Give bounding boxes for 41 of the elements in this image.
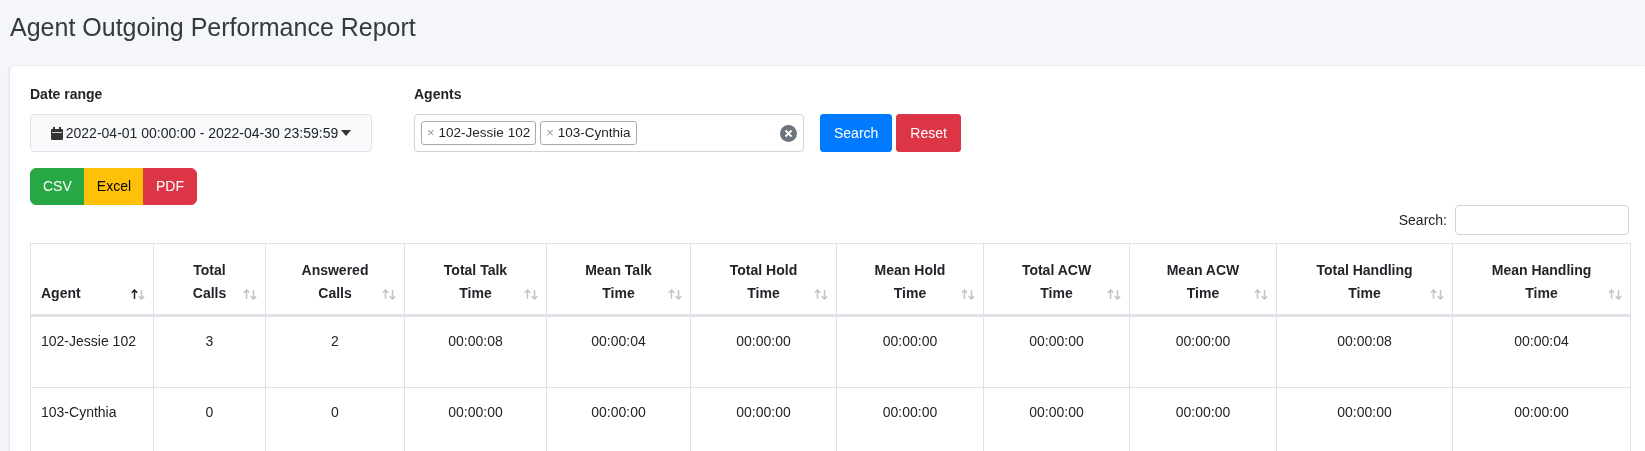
table-cell: 00:00:00 <box>983 315 1130 388</box>
table-cell: 00:00:08 <box>1276 315 1453 388</box>
clear-icon[interactable] <box>780 124 797 142</box>
caret-icon <box>341 130 352 136</box>
column-header[interactable]: Mean Handling Time <box>1452 243 1631 316</box>
search-button[interactable]: Search <box>820 114 893 152</box>
column-header[interactable]: Total ACW Time <box>983 243 1130 316</box>
table-cell: 3 <box>153 315 266 388</box>
column-header[interactable]: Mean ACW Time <box>1129 243 1277 316</box>
table-cell: 00:00:00 <box>690 315 837 388</box>
column-header[interactable]: Total Hold Time <box>690 243 837 316</box>
tag-label: 103-Cynthia <box>557 123 631 142</box>
reset-button[interactable]: Reset <box>896 114 961 152</box>
column-header[interactable]: Answered Calls <box>265 243 405 316</box>
column-header[interactable]: Total Calls <box>153 243 266 316</box>
table-cell: 103-Cynthia <box>30 387 154 451</box>
field-label: Date range <box>30 85 104 104</box>
search-label: Search: <box>1398 210 1447 230</box>
agent-tag[interactable]: × 103-Cynthia <box>540 120 637 146</box>
search-field[interactable] <box>1455 205 1629 235</box>
table-cell: 00:00:08 <box>404 315 547 388</box>
table-cell: 00:00:04 <box>1452 315 1631 388</box>
agent-tag[interactable]: × 102-Jessie 102 <box>421 120 537 146</box>
table-cell: 00:00:00 <box>836 315 984 388</box>
table-cell: 102-Jessie 102 <box>30 315 154 388</box>
field-label: Agents <box>414 85 463 104</box>
calendar-icon <box>50 126 63 140</box>
column-header[interactable]: Agent <box>30 243 154 316</box>
tag-label: 102-Jessie 102 <box>438 123 531 142</box>
column-header[interactable]: Mean Talk Time <box>546 243 691 316</box>
column-header[interactable]: Total Handling Time <box>1276 243 1453 316</box>
export-button[interactable]: PDF <box>143 168 198 205</box>
table-cell: 00:00:00 <box>1129 315 1277 388</box>
date-range-picker[interactable]: 2022-04-01 00:00:00 - 2022-04-30 23:59:59 <box>30 114 372 152</box>
table-cell: 00:00:04 <box>546 315 691 388</box>
export-button[interactable]: Excel <box>83 168 145 205</box>
agents-select[interactable]: × 102-Jessie 102 × 103-Cynthia <box>414 114 804 152</box>
page-title: Agent Outgoing Performance Report <box>10 12 417 42</box>
column-header[interactable]: Total Talk Time <box>404 243 547 316</box>
column-header[interactable]: Mean Hold Time <box>836 243 984 316</box>
table-cell: 2 <box>265 315 405 388</box>
